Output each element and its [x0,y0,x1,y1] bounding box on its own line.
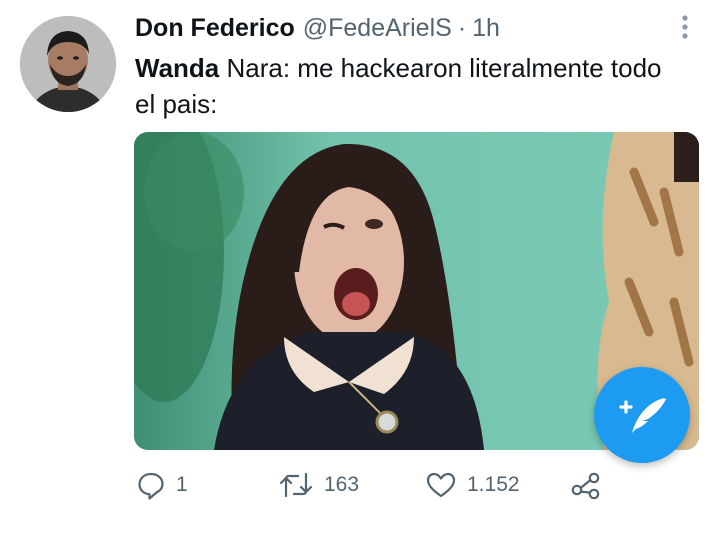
retweet-count: 163 [324,473,360,496]
share-icon [570,470,602,500]
retweet-icon [278,470,314,500]
like-count: 1.152 [467,473,520,496]
compose-tweet-button[interactable] [594,367,690,463]
share-button[interactable] [570,468,602,502]
author-name[interactable]: Don Federico [135,12,295,44]
author-handle[interactable]: @FedeArielS [303,12,452,44]
tweet-actions: 1 163 1.152 [0,468,720,502]
reply-icon [136,470,166,500]
reply-count: 1 [176,473,188,496]
reply-button[interactable]: 1 [136,468,188,502]
like-button[interactable]: 1.152 [425,468,520,502]
tweet-text-bold: Wanda [135,53,220,83]
tweet-header: Don Federico @FedeArielS · 1h [135,12,500,44]
tweet[interactable]: Don Federico @FedeArielS · 1h Wanda Nara… [0,0,720,536]
timestamp[interactable]: 1h [472,12,500,44]
heart-icon [425,470,457,500]
avatar[interactable] [20,16,116,112]
more-vertical-icon[interactable] [676,14,694,40]
retweet-button[interactable]: 163 [278,468,359,502]
tweet-text: Wanda Nara: me hackearon literalmente to… [135,50,675,122]
separator-dot: · [457,14,467,42]
